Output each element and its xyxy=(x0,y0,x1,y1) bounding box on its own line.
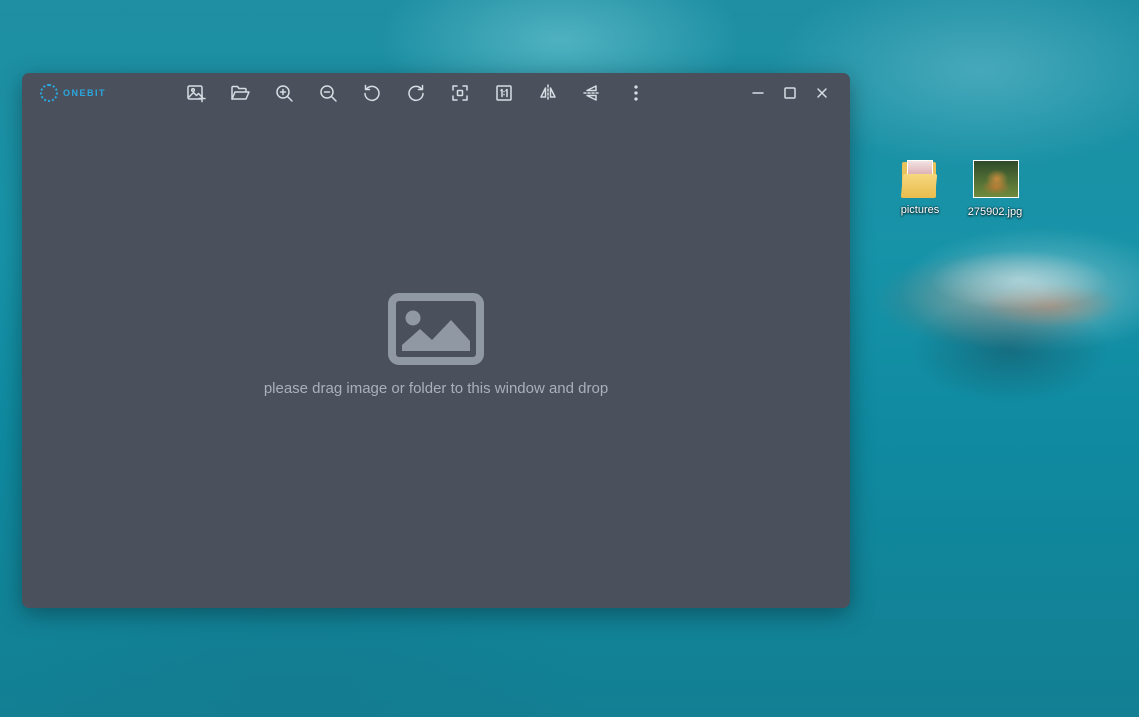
minimize-icon xyxy=(752,92,764,94)
logo-ring-icon xyxy=(40,84,58,102)
folder-open-icon xyxy=(231,85,250,100)
desktop: pictures 275902.jpg ONEBIT please drag i… xyxy=(0,0,1139,717)
minimize-button[interactable] xyxy=(746,81,770,105)
close-icon xyxy=(817,88,827,98)
maximize-button[interactable] xyxy=(778,81,802,105)
flip-vertical-button[interactable] xyxy=(580,81,604,105)
title-bar[interactable]: ONEBIT xyxy=(22,73,850,113)
more-options-button[interactable] xyxy=(624,81,648,105)
app-logo: ONEBIT xyxy=(40,82,106,104)
flip-horizontal-icon xyxy=(540,84,556,102)
maximize-icon xyxy=(784,87,796,99)
zoom-in-icon xyxy=(276,85,293,102)
rotate-right-button[interactable] xyxy=(404,81,428,105)
flip-vertical-icon xyxy=(583,85,601,101)
fit-screen-icon xyxy=(452,85,468,101)
close-button[interactable] xyxy=(810,81,834,105)
flip-horizontal-button[interactable] xyxy=(536,81,560,105)
onebit-viewer-window: ONEBIT please drag image or folder to th… xyxy=(22,73,850,608)
desktop-icon-pictures[interactable]: pictures xyxy=(888,158,952,216)
image-plus-icon xyxy=(187,85,206,103)
desktop-icon-label: pictures xyxy=(900,204,940,216)
rotate-left-button[interactable] xyxy=(360,81,384,105)
drop-zone[interactable]: please drag image or folder to this wind… xyxy=(22,113,850,608)
zoom-out-icon xyxy=(320,85,337,102)
desktop-icon-label: 275902.jpg xyxy=(967,206,1023,218)
drop-hint-text: please drag image or folder to this wind… xyxy=(263,380,609,397)
folder-icon xyxy=(896,158,944,202)
zoom-out-button[interactable] xyxy=(316,81,340,105)
open-folder-button[interactable] xyxy=(228,81,252,105)
zoom-in-button[interactable] xyxy=(272,81,296,105)
add-image-button[interactable] xyxy=(184,81,208,105)
fit-screen-button[interactable] xyxy=(448,81,472,105)
image-placeholder-icon xyxy=(388,293,484,365)
more-vertical-icon xyxy=(634,85,638,101)
one-to-one-icon xyxy=(496,85,512,101)
wallpaper-swimmer xyxy=(860,210,1139,440)
logo-text: ONEBIT xyxy=(63,88,107,98)
actual-size-button[interactable] xyxy=(492,81,516,105)
rotate-cw-icon xyxy=(408,84,424,102)
rotate-ccw-icon xyxy=(364,84,380,102)
image-file-icon xyxy=(971,160,1019,204)
desktop-icon-275902-jpg[interactable]: 275902.jpg xyxy=(963,160,1027,218)
